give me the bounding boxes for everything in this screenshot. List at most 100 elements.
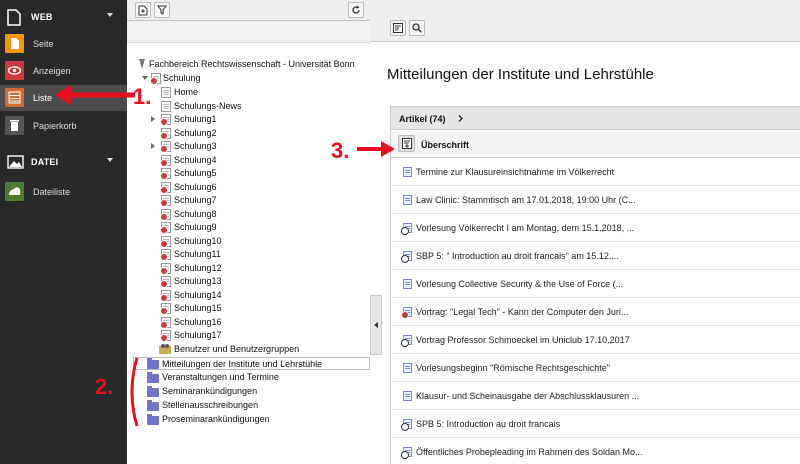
tree-folder[interactable]: Proseminarankündigungen xyxy=(133,413,363,426)
file-list-icon xyxy=(5,182,24,201)
page-icon xyxy=(160,303,171,315)
module-group-web[interactable]: WEB xyxy=(0,3,127,31)
page-icon xyxy=(160,249,171,261)
folder-icon xyxy=(147,358,159,369)
expand-arrow-icon[interactable] xyxy=(151,143,155,149)
tree-folder-label: Veranstaltungen und Termine xyxy=(162,372,279,382)
column-header-title[interactable]: Überschrift xyxy=(421,140,469,150)
tree-node[interactable]: Schulung9 xyxy=(149,221,349,234)
tree-node[interactable]: Schulung16 xyxy=(149,316,349,329)
page-icon xyxy=(160,330,171,342)
tree-node[interactable]: Schulung4 xyxy=(149,154,349,167)
tree-node[interactable]: Schulung8 xyxy=(149,208,349,221)
tree-root[interactable]: Fachbereich Rechtswissenschaft - Univers… xyxy=(137,58,367,71)
tree-node-label: Schulung16 xyxy=(174,317,222,327)
annotation-bracket-icon xyxy=(130,357,139,427)
table-row[interactable]: Termine zur Klausureinsichtnahme im Völk… xyxy=(391,159,800,186)
table-row[interactable]: Vortrag Professor Schmoeckel im Uniclub … xyxy=(391,327,800,354)
table-row[interactable]: Vorlesung Völkerrecht I am Montag, dem 1… xyxy=(391,215,800,242)
tree-node-label: Schulungs-News xyxy=(174,101,242,111)
tree-node[interactable]: Schulung15 xyxy=(149,302,349,315)
row-title[interactable]: SBP 5: " Introduction au droit francais"… xyxy=(416,251,619,261)
news-record-icon xyxy=(403,279,412,289)
module-anzeigen[interactable]: Anzeigen xyxy=(0,58,127,84)
search-button[interactable] xyxy=(409,20,425,36)
module-label: Seite xyxy=(33,39,54,49)
tree-folder[interactable]: Seminarankündigungen xyxy=(133,385,363,398)
news-record-icon xyxy=(403,195,412,205)
row-title[interactable]: Vortrag Professor Schmoeckel im Uniclub … xyxy=(416,335,630,345)
content-area: Mitteilungen der Institute und Lehrstühl… xyxy=(370,0,800,464)
eye-icon xyxy=(5,61,24,80)
table-row[interactable]: SPB 5: Introduction au droit francais xyxy=(391,411,800,438)
tree-node-label: Schulung1 xyxy=(174,114,217,124)
tree-node[interactable]: Schulung17 xyxy=(149,329,349,342)
collapse-tree-handle[interactable] xyxy=(370,295,382,355)
table-row[interactable]: Vortrag: "Legal Tech" - Kann der Compute… xyxy=(391,299,800,326)
expand-arrow-icon[interactable] xyxy=(142,76,148,80)
row-title[interactable]: Termine zur Klausureinsichtnahme im Völk… xyxy=(416,167,614,177)
tree-node-label: Schulung13 xyxy=(174,276,222,286)
row-title[interactable]: Klausur- und Scheinausgabe der Abschluss… xyxy=(416,391,639,401)
tree-node-label: Schulung11 xyxy=(174,249,221,259)
page-icon xyxy=(160,236,171,248)
tree-node[interactable]: Schulung6 xyxy=(149,181,349,194)
page-icon xyxy=(160,168,171,180)
tree-node[interactable]: Schulung13 xyxy=(149,275,349,288)
folder-icon xyxy=(147,386,159,397)
new-record-in-table-button[interactable] xyxy=(398,135,415,152)
chevron-right-icon[interactable] xyxy=(458,115,463,122)
table-row[interactable]: Vorlesung Collective Security & the Use … xyxy=(391,271,800,298)
trash-icon xyxy=(5,116,24,135)
tree-node[interactable]: Schulung5 xyxy=(149,167,349,180)
row-title[interactable]: Vorlesung Collective Security & the Use … xyxy=(416,279,623,289)
row-title[interactable]: Law Clinic: Stammtisch am 17.01.2018, 19… xyxy=(416,195,636,205)
refresh-button[interactable] xyxy=(348,2,364,18)
module-seite[interactable]: Seite xyxy=(0,31,127,57)
tree-folder-mitteilungen[interactable]: Mitteilungen der Institute und Lehrstühl… xyxy=(133,357,370,370)
tree-node-label: Benutzer und Benutzergruppen xyxy=(174,344,300,354)
annotation-step-1: 1. xyxy=(133,84,152,109)
tree-folder[interactable]: Stellenausschreibungen xyxy=(133,399,363,412)
tree-node[interactable]: Benutzer und Benutzergruppen xyxy=(149,343,349,356)
filter-button[interactable] xyxy=(154,2,170,18)
row-title[interactable]: Vorlesung Völkerrecht I am Montag, dem 1… xyxy=(416,223,634,233)
new-page-button[interactable] xyxy=(135,2,151,18)
tree-node[interactable]: Home xyxy=(149,86,349,99)
image-icon xyxy=(7,155,24,169)
module-dateiliste[interactable]: Dateiliste xyxy=(0,179,127,205)
module-label: Papierkorb xyxy=(33,121,77,131)
tree-node[interactable]: Schulung2 xyxy=(149,127,349,140)
expand-arrow-icon[interactable] xyxy=(151,116,155,122)
tree-node[interactable]: Schulung7 xyxy=(149,194,349,207)
table-header[interactable]: Artikel (74) xyxy=(391,107,800,130)
tree-folder[interactable]: Veranstaltungen und Termine xyxy=(133,371,363,384)
folder-icon xyxy=(147,372,159,383)
tree-node[interactable]: Schulungs-News xyxy=(149,100,349,113)
row-title[interactable]: Vortrag: "Legal Tech" - Kann der Compute… xyxy=(416,307,628,317)
annotation-arrow-1-icon xyxy=(55,85,135,105)
tree-node[interactable]: Schulung1 xyxy=(149,113,349,126)
row-title[interactable]: Vorlesungsbeginn "Römische Rechtsgeschic… xyxy=(416,363,610,373)
tree-toolbar xyxy=(127,0,370,21)
tree-node[interactable]: Schulung14 xyxy=(149,289,349,302)
filter-icon xyxy=(157,5,167,15)
tree-node[interactable]: Schulung3 xyxy=(149,140,349,153)
new-record-button[interactable] xyxy=(390,20,406,36)
tree-node[interactable]: Schulung10 xyxy=(149,235,349,248)
typo3-logo-icon xyxy=(139,59,145,69)
tree-node[interactable]: Schulung12 xyxy=(149,262,349,275)
module-papierkorb[interactable]: Papierkorb xyxy=(0,113,127,139)
module-group-datei[interactable]: DATEI xyxy=(0,148,127,176)
table-row[interactable]: Öffentliches Probepleading im Rahmen des… xyxy=(391,439,800,464)
page-icon xyxy=(160,195,171,207)
row-title[interactable]: Öffentliches Probepleading im Rahmen des… xyxy=(416,447,642,457)
table-row[interactable]: Vorlesungsbeginn "Römische Rechtsgeschic… xyxy=(391,355,800,382)
table-row[interactable]: Law Clinic: Stammtisch am 17.01.2018, 19… xyxy=(391,187,800,214)
tree-node-schulung[interactable]: Schulung xyxy=(139,72,359,85)
table-row[interactable]: SBP 5: " Introduction au droit francais"… xyxy=(391,243,800,270)
table-row[interactable]: Klausur- und Scheinausgabe der Abschluss… xyxy=(391,383,800,410)
row-title[interactable]: SPB 5: Introduction au droit francais xyxy=(416,419,560,429)
chevron-down-icon xyxy=(107,158,113,162)
tree-node[interactable]: Schulung11 xyxy=(149,248,349,261)
